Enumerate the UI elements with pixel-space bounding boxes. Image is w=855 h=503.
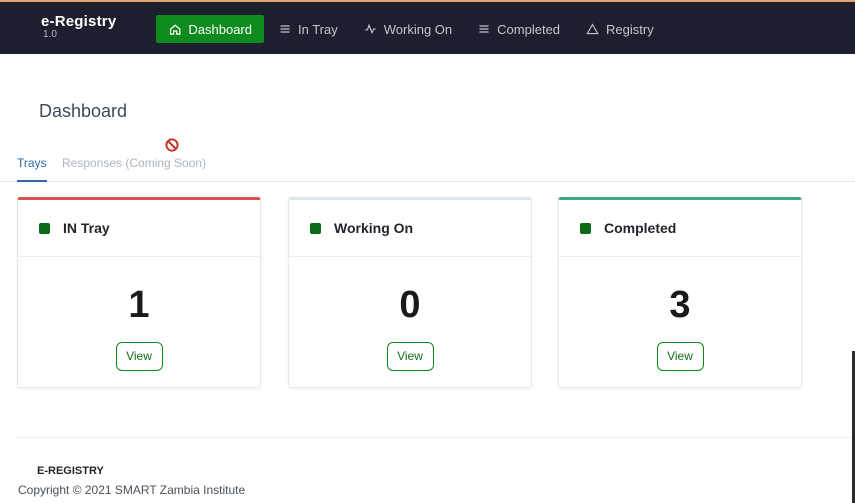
brand-version: 1.0 [43, 29, 57, 40]
view-completed-button[interactable]: View [656, 342, 704, 371]
page-title: Dashboard [39, 101, 128, 121]
activity-icon [365, 23, 376, 35]
footer-divider [17, 437, 855, 438]
status-dot-icon [39, 222, 50, 234]
card-header: Working On [289, 200, 531, 257]
card-count: 3 [669, 284, 691, 326]
in-tray-card: IN Tray 1 View [17, 197, 261, 388]
status-dot-icon [580, 222, 591, 234]
brand[interactable]: e-Registry 1.0 [41, 14, 116, 40]
nav-dashboard-label: Dashboard [188, 21, 252, 37]
nav-completed[interactable]: Completed [466, 15, 572, 43]
nav-dashboard[interactable]: Dashboard [156, 15, 264, 43]
card-title: IN Tray [63, 220, 110, 236]
card-header: IN Tray [18, 200, 260, 257]
working-on-card: Working On 0 View [288, 197, 532, 388]
footer-copyright: Copyright © 2021 SMART Zambia Institute [18, 483, 246, 497]
card-count: 0 [399, 284, 421, 326]
view-in-tray-button[interactable]: View [115, 342, 163, 371]
tab-responses: Responses (Coming Soon) [62, 156, 207, 170]
main-nav: Dashboard In Tray Working On Completed R… [156, 15, 668, 43]
card-title: Completed [604, 220, 677, 236]
list-icon [479, 25, 489, 33]
nav-working-on[interactable]: Working On [352, 15, 464, 43]
status-dot-icon [310, 222, 321, 234]
nav-registry[interactable]: Registry [574, 15, 666, 43]
list-icon [280, 25, 290, 33]
tab-bar: Trays Responses (Coming Soon) [0, 144, 855, 182]
nav-registry-label: Registry [606, 21, 654, 37]
home-icon [169, 23, 181, 35]
card-count: 1 [128, 284, 150, 326]
card-title: Working On [334, 220, 414, 236]
completed-card: Completed 3 View [558, 197, 802, 388]
footer-brand: E-REGISTRY [37, 465, 104, 477]
nav-in-tray[interactable]: In Tray [267, 15, 350, 43]
view-working-on-button[interactable]: View [386, 342, 434, 371]
top-navbar: e-Registry 1.0 Dashboard In Tray Working… [0, 0, 855, 54]
triangle-icon [586, 23, 599, 35]
nav-working-on-label: Working On [383, 21, 453, 37]
card-header: Completed [559, 200, 801, 257]
nav-in-tray-label: In Tray [298, 21, 338, 37]
brand-name: e-Registry [41, 13, 117, 30]
nav-completed-label: Completed [497, 21, 561, 37]
tab-trays[interactable]: Trays [17, 156, 47, 182]
